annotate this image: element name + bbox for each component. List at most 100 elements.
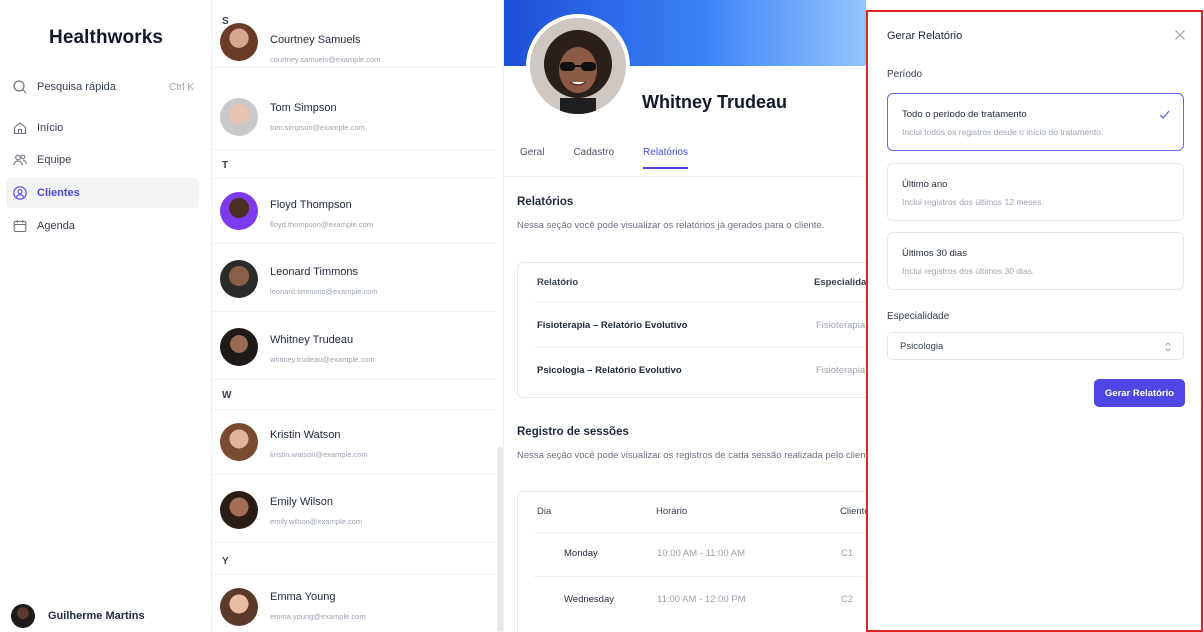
sidebar-item-label: Equipe bbox=[37, 154, 72, 166]
list-item[interactable]: Kristin Watson kristin.watson@example.co… bbox=[212, 409, 496, 475]
column-header: Relatório bbox=[537, 277, 579, 288]
client-name: Floyd Thompson bbox=[270, 199, 352, 211]
sidebar-item-clientes[interactable]: Clientes bbox=[6, 178, 199, 208]
sidebar-item-agenda[interactable]: Agenda bbox=[6, 211, 199, 241]
sidebar-item-label: Agenda bbox=[37, 220, 75, 232]
sidebar-item-equipe[interactable]: Equipe bbox=[6, 145, 199, 175]
session-client: C2 bbox=[841, 594, 854, 605]
reports-table: Relatório Especialidade Fisioterapia – R… bbox=[517, 262, 866, 398]
client-list: S Courtney Samuels courtney.samuels@exam… bbox=[212, 0, 504, 632]
client-name-heading: Whitney Trudeau bbox=[642, 92, 788, 112]
list-item[interactable]: Courtney Samuels courtney.samuels@exampl… bbox=[212, 16, 496, 68]
option-description: Inclui todos os registros desde o início… bbox=[902, 127, 1104, 137]
avatar bbox=[220, 327, 258, 366]
avatar bbox=[220, 97, 258, 136]
calendar-icon bbox=[12, 218, 28, 234]
row-divider bbox=[534, 532, 866, 533]
quick-search[interactable]: Pesquisa rápida Ctrl K bbox=[12, 76, 202, 98]
avatar bbox=[220, 588, 258, 626]
tab-cadastro[interactable]: Cadastro bbox=[573, 147, 614, 169]
report-specialty: Fisioterapia bbox=[816, 320, 866, 331]
client-name: Emily Wilson bbox=[270, 496, 333, 508]
list-item[interactable]: Tom Simpson tom.simpson@example.com bbox=[212, 84, 496, 150]
user-name: Guilherme Martins bbox=[48, 610, 145, 622]
session-client: C1 bbox=[841, 548, 854, 559]
period-option-last-year[interactable]: Último ano Inclui registros dos últimos … bbox=[887, 163, 1184, 221]
users-icon bbox=[12, 152, 28, 168]
home-icon bbox=[12, 120, 28, 136]
client-name: Tom Simpson bbox=[270, 102, 337, 114]
column-header: Especialidade bbox=[814, 277, 866, 288]
search-icon bbox=[12, 79, 28, 95]
option-title: Último ano bbox=[902, 179, 948, 190]
client-email: whitney.trudeau@example.com bbox=[270, 355, 375, 364]
avatar bbox=[530, 18, 626, 114]
client-email: floyd.thompson@example.com bbox=[270, 220, 374, 229]
panel-title: Gerar Relatório bbox=[887, 30, 963, 42]
sessions-description: Nessa seção você pode visualizar os regi… bbox=[517, 450, 866, 461]
list-item[interactable]: Emma Young emma.young@example.com bbox=[212, 574, 496, 632]
client-name: Kristin Watson bbox=[270, 429, 341, 441]
sidebar-item-inicio[interactable]: Início bbox=[6, 113, 199, 143]
session-time: 10:00 AM - 11:00 AM bbox=[657, 548, 746, 559]
list-item[interactable]: Floyd Thompson floyd.thompson@example.co… bbox=[212, 178, 496, 244]
user-circle-icon bbox=[12, 185, 28, 201]
tabs-divider bbox=[504, 176, 866, 177]
tab-geral[interactable]: Geral bbox=[520, 147, 544, 169]
avatar bbox=[220, 22, 258, 61]
period-option-all[interactable]: Todo o período de tratamento Inclui todo… bbox=[887, 93, 1184, 151]
sidebar-item-label: Início bbox=[37, 122, 64, 134]
session-day: Monday bbox=[564, 548, 598, 559]
client-email: tom.simpson@example.com bbox=[270, 123, 365, 132]
option-description: Inclui registros dos últimos 12 meses. bbox=[902, 197, 1044, 207]
avatar bbox=[220, 490, 258, 529]
group-letter: W bbox=[222, 390, 232, 401]
client-email: emma.young@example.com bbox=[270, 612, 366, 621]
detail-tabs: Geral Cadastro Relatórios bbox=[520, 147, 717, 169]
sessions-table: Dia Horário Cliente Monday 10:00 AM - 11… bbox=[517, 491, 866, 632]
sidebar-item-label: Clientes bbox=[37, 187, 80, 199]
tab-relatorios[interactable]: Relatórios bbox=[643, 147, 689, 169]
report-name[interactable]: Psicologia – Relatório Evolutivo bbox=[537, 365, 682, 376]
period-option-last-30-days[interactable]: Últimos 30 dias Inclui registros dos últ… bbox=[887, 232, 1184, 290]
list-item[interactable]: Leonard Timmons leonard.timmons@example.… bbox=[212, 246, 496, 312]
chevron-up-down-icon bbox=[1165, 342, 1171, 352]
specialty-value: Psicologia bbox=[900, 341, 944, 352]
period-label: Período bbox=[887, 69, 923, 80]
column-header: Cliente bbox=[840, 506, 866, 517]
close-icon[interactable] bbox=[1173, 28, 1187, 42]
option-description: Inclui registros dos últimos 30 dias. bbox=[902, 266, 1035, 276]
option-title: Todo o período de tratamento bbox=[902, 109, 1027, 120]
generate-report-panel: Gerar Relatório Período Todo o período d… bbox=[866, 10, 1203, 632]
quick-search-shortcut: Ctrl K bbox=[169, 81, 194, 93]
list-item[interactable]: Emily Wilson emily.wilson@example.com bbox=[212, 477, 496, 543]
avatar bbox=[220, 422, 258, 461]
avatar bbox=[11, 604, 35, 628]
client-email: courtney.samuels@example.com bbox=[270, 55, 381, 64]
row-divider bbox=[534, 576, 866, 577]
row-divider bbox=[534, 301, 866, 302]
reports-description: Nessa seção você pode visualizar os rela… bbox=[517, 220, 825, 231]
session-time: 11:00 AM - 12:00 PM bbox=[657, 594, 746, 605]
row-divider bbox=[534, 347, 866, 348]
specialty-select[interactable]: Psicologia bbox=[887, 332, 1184, 360]
client-email: emily.wilson@example.com bbox=[270, 517, 363, 526]
option-title: Últimos 30 dias bbox=[902, 248, 967, 259]
client-name: Whitney Trudeau bbox=[270, 334, 354, 346]
report-specialty: Fisioterapia bbox=[816, 365, 866, 376]
report-name[interactable]: Fisioterapia – Relatório Evolutivo bbox=[537, 320, 687, 331]
list-scrollbar[interactable] bbox=[497, 447, 503, 632]
quick-search-label: Pesquisa rápida bbox=[37, 81, 116, 93]
reports-title: Relatórios bbox=[517, 196, 574, 208]
avatar bbox=[220, 191, 258, 230]
current-user[interactable]: Guilherme Martins bbox=[11, 604, 145, 628]
group-letter: T bbox=[222, 160, 229, 171]
generate-report-button[interactable]: Gerar Relatório bbox=[1094, 379, 1185, 407]
client-email: leonard.timmons@example.com bbox=[270, 287, 378, 296]
list-item[interactable]: Whitney Trudeau whitney.trudeau@example.… bbox=[212, 314, 496, 380]
session-day: Wednesday bbox=[564, 594, 614, 605]
avatar bbox=[220, 259, 258, 298]
group-letter: Y bbox=[222, 556, 229, 567]
sessions-title: Registro de sessões bbox=[517, 426, 629, 438]
client-name: Leonard Timmons bbox=[270, 266, 359, 278]
